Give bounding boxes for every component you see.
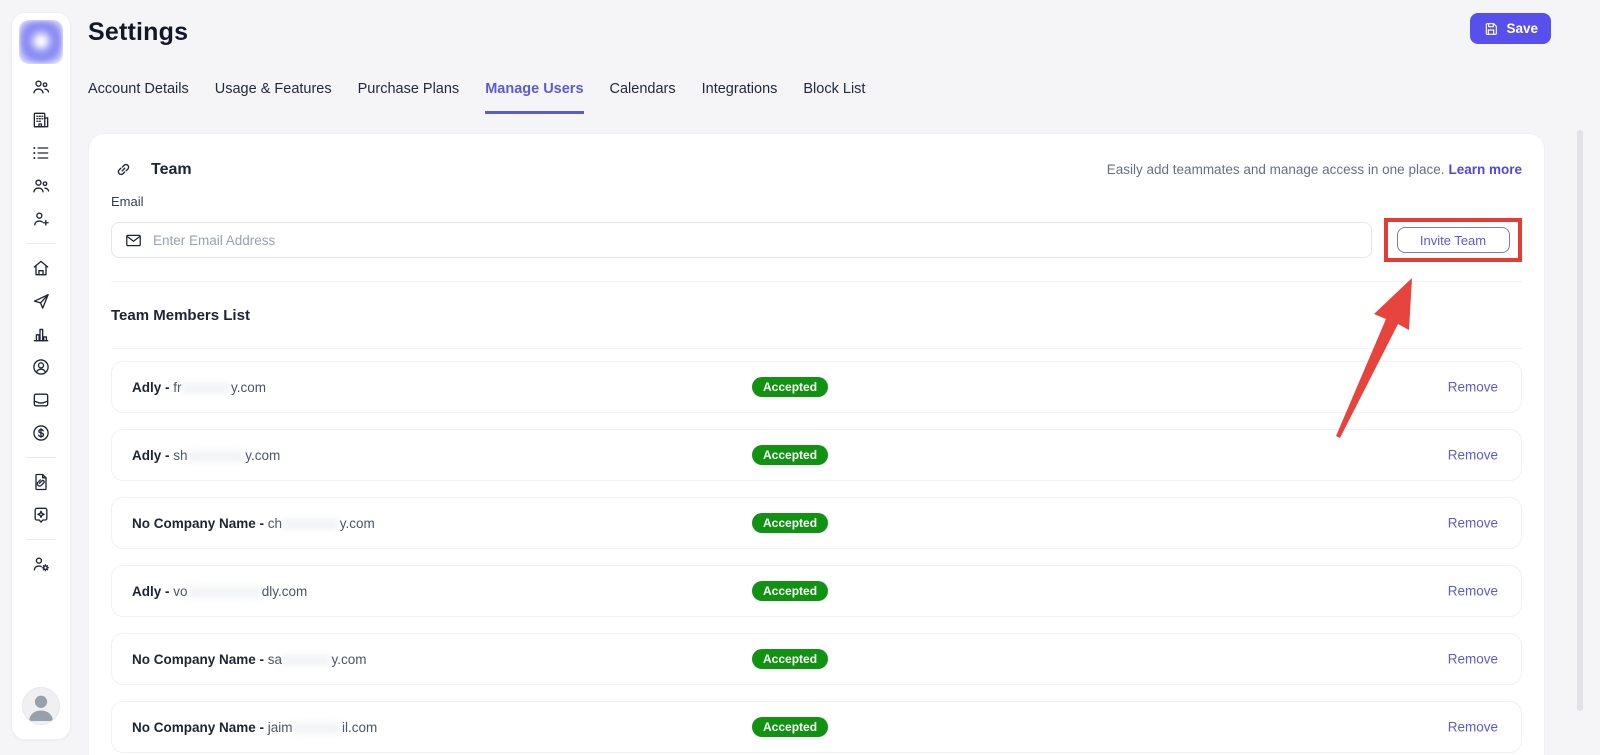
person-silhouette-icon <box>23 688 59 724</box>
tab-integrations[interactable]: Integrations <box>702 81 778 114</box>
member-name: No Company Name - jaimxxxxxxil.com <box>132 720 377 735</box>
tabs: Account Details Usage & Features Purchase … <box>88 81 865 114</box>
tab-calendars[interactable]: Calendars <box>610 81 676 114</box>
status-badge: Accepted <box>752 445 828 465</box>
status-badge: Accepted <box>752 581 828 601</box>
save-button[interactable]: Save <box>1470 13 1551 44</box>
member-name: No Company Name - saxxxxxxy.com <box>132 652 367 667</box>
redacted-email-segment: xxxxxxx <box>188 448 246 463</box>
bar-chart-icon[interactable] <box>31 324 51 344</box>
redacted-email-segment: xxxxxx <box>182 380 232 395</box>
sidebar-divider <box>26 539 56 540</box>
dollar-circle-icon[interactable] <box>31 423 51 443</box>
sidebar-divider <box>26 243 56 244</box>
file-icon[interactable] <box>31 472 51 492</box>
inbox-icon[interactable] <box>31 390 51 410</box>
email-invite-row: Invite Team <box>111 218 1522 262</box>
redacted-email-segment: xxxxxxxxx <box>188 584 262 599</box>
tab-manage-users[interactable]: Manage Users <box>485 81 583 114</box>
app-logo-image <box>19 20 63 64</box>
highlight-box: Invite Team <box>1384 218 1522 262</box>
member-name: Adly - frxxxxxxy.com <box>132 380 266 395</box>
tab-purchase-plans[interactable]: Purchase Plans <box>358 81 460 114</box>
learn-more-link[interactable]: Learn more <box>1448 162 1522 177</box>
users-2-icon[interactable] <box>31 176 51 196</box>
team-member-row: No Company Name - saxxxxxxy.com Accepted… <box>111 633 1522 685</box>
manage-users-panel: Team Easily add teammates and manage acc… <box>88 133 1545 755</box>
member-name: Adly - shxxxxxxxy.com <box>132 448 280 463</box>
redacted-email-segment: xxxxxx <box>282 652 332 667</box>
status-badge: Accepted <box>752 649 828 669</box>
section-divider <box>111 281 1522 282</box>
sidebar-nav <box>12 77 70 587</box>
users-icon[interactable] <box>31 77 51 97</box>
remove-link[interactable]: Remove <box>1448 652 1498 667</box>
team-member-row: Adly - shxxxxxxxy.com Accepted Remove <box>111 429 1522 481</box>
sidebar-divider <box>26 457 56 458</box>
team-member-row: No Company Name - chxxxxxxxy.com Accepte… <box>111 497 1522 549</box>
redacted-email-segment: xxxxxx <box>293 720 343 735</box>
link-icon <box>114 160 133 179</box>
tab-block-list[interactable]: Block List <box>803 81 865 114</box>
email-input-container <box>111 222 1372 258</box>
redacted-email-segment: xxxxxxx <box>282 516 340 531</box>
email-input[interactable] <box>153 223 1359 257</box>
user-gear-icon[interactable] <box>31 554 51 574</box>
save-button-label: Save <box>1506 21 1538 36</box>
app-logo[interactable] <box>19 20 63 64</box>
invite-team-button[interactable]: Invite Team <box>1397 227 1510 253</box>
team-member-row: Adly - voxxxxxxxxxdly.com Accepted Remov… <box>111 565 1522 617</box>
user-circle-icon[interactable] <box>31 357 51 377</box>
remove-link[interactable]: Remove <box>1448 720 1498 735</box>
member-name: No Company Name - chxxxxxxxy.com <box>132 516 375 531</box>
list-icon[interactable] <box>31 143 51 163</box>
team-heading: Team <box>151 161 192 179</box>
remove-link[interactable]: Remove <box>1448 584 1498 599</box>
email-field-label: Email <box>111 194 1522 209</box>
team-section-header: Team Easily add teammates and manage acc… <box>111 134 1522 179</box>
remove-link[interactable]: Remove <box>1448 448 1498 463</box>
team-member-row: No Company Name - jaimxxxxxxil.com Accep… <box>111 701 1522 753</box>
tab-account-details[interactable]: Account Details <box>88 81 189 114</box>
home-icon[interactable] <box>31 258 51 278</box>
floppy-disk-icon <box>1483 21 1499 37</box>
page-title: Settings <box>88 18 188 47</box>
team-members-list-heading: Team Members List <box>111 307 1522 324</box>
envelope-icon <box>124 231 143 250</box>
status-badge: Accepted <box>752 717 828 737</box>
remove-link[interactable]: Remove <box>1448 380 1498 395</box>
member-name: Adly - voxxxxxxxxxdly.com <box>132 584 307 599</box>
user-avatar[interactable] <box>22 687 60 725</box>
tab-usage-features[interactable]: Usage & Features <box>215 81 332 114</box>
user-plus-icon[interactable] <box>31 209 51 229</box>
vertical-scrollbar[interactable] <box>1577 130 1583 711</box>
team-description: Easily add teammates and manage access i… <box>1107 162 1522 177</box>
members-divider <box>111 348 1522 349</box>
building-icon[interactable] <box>31 110 51 130</box>
status-badge: Accepted <box>752 377 828 397</box>
status-badge: Accepted <box>752 513 828 533</box>
remove-link[interactable]: Remove <box>1448 516 1498 531</box>
sidebar <box>11 12 71 740</box>
team-member-row: Adly - frxxxxxxy.com Accepted Remove <box>111 361 1522 413</box>
star-badge-icon[interactable] <box>31 505 51 525</box>
send-icon[interactable] <box>31 291 51 311</box>
team-members-list: Adly - frxxxxxxy.com Accepted Remove Adl… <box>111 361 1522 753</box>
